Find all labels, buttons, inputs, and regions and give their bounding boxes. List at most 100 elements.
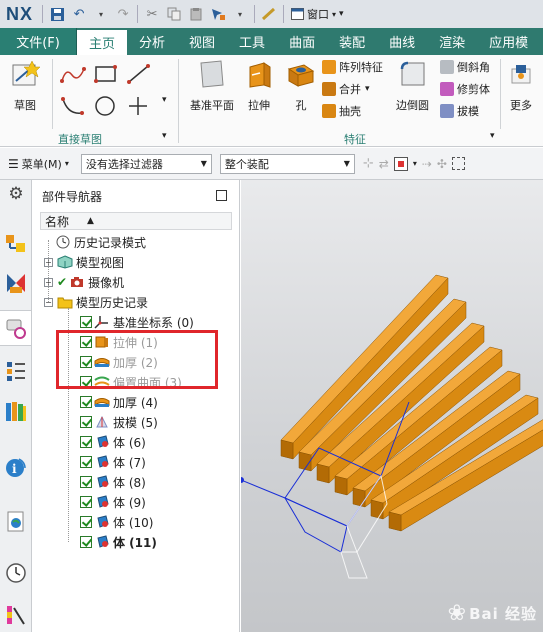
line-tool[interactable] bbox=[126, 63, 152, 85]
scope-dropdown[interactable]: 整个装配 ▼ bbox=[219, 153, 355, 174]
part-navigator-icon bbox=[6, 319, 26, 339]
tab-applications[interactable]: 应用模 bbox=[477, 28, 528, 55]
box-select-icon[interactable] bbox=[451, 157, 465, 170]
circle-tool[interactable] bbox=[93, 95, 119, 117]
body-icon bbox=[97, 495, 109, 508]
tree-item-body-9[interactable]: 体 (9) bbox=[80, 492, 146, 512]
trim-body-button[interactable]: 修剪体 bbox=[440, 81, 490, 97]
menu-icon: ☰ bbox=[8, 156, 19, 171]
tree-item-body-8[interactable]: 体 (8) bbox=[80, 472, 146, 492]
paste-icon[interactable] bbox=[185, 3, 207, 25]
tree-item-thicken-4[interactable]: 加厚 (4) bbox=[80, 392, 158, 412]
draft-button[interactable]: 拔模 bbox=[440, 103, 479, 119]
tree-item-body-10[interactable]: 体 (10) bbox=[80, 512, 153, 532]
resource-bar: ⚙ i bbox=[0, 180, 32, 632]
tab-home[interactable]: 主页 bbox=[77, 30, 128, 55]
point-icon bbox=[129, 97, 147, 115]
tree-item-cameras[interactable]: + ✔ 摄像机 bbox=[44, 272, 124, 292]
visibility-checkbox[interactable] bbox=[80, 516, 92, 528]
unite-button[interactable]: 合并 ▾ bbox=[322, 81, 370, 97]
snap-node-icon[interactable]: ✣ bbox=[437, 157, 447, 171]
visibility-checkbox[interactable] bbox=[80, 396, 92, 408]
profile-tool[interactable] bbox=[60, 63, 86, 85]
extrude-button[interactable]: 拉伸 bbox=[244, 59, 274, 113]
tree-item-body-7[interactable]: 体 (7) bbox=[80, 452, 146, 472]
window-menu[interactable]: 窗口 ▾ ▾ bbox=[291, 6, 344, 22]
save-icon[interactable] bbox=[46, 3, 68, 25]
tree-item-history-mode[interactable]: 历史记录模式 bbox=[55, 232, 146, 252]
direct-sketch-more-icon[interactable]: ▾ bbox=[162, 95, 167, 105]
snap-point-icon[interactable]: ⊹ bbox=[363, 156, 374, 171]
tab-analysis[interactable]: 分析 bbox=[127, 28, 177, 55]
chamfer-button[interactable]: 倒斜角 bbox=[440, 59, 490, 75]
assembly-navigator-icon[interactable] bbox=[5, 232, 27, 254]
tree-item-model-views[interactable]: + 模型视图 bbox=[44, 252, 124, 272]
name-column-header[interactable]: 名称 ▲ bbox=[40, 212, 232, 230]
tree-item-body-6[interactable]: 体 (6) bbox=[80, 432, 146, 452]
separator bbox=[500, 59, 501, 129]
history-clock-icon[interactable] bbox=[5, 562, 27, 584]
tab-assembly[interactable]: 装配 bbox=[327, 28, 377, 55]
select-filter-icon[interactable] bbox=[393, 156, 408, 171]
palette-icon[interactable] bbox=[5, 604, 27, 626]
visibility-checkbox[interactable] bbox=[80, 496, 92, 508]
menu-button[interactable]: ☰ 菜单(M) ▾ bbox=[8, 156, 69, 172]
undo-icon[interactable]: ↶ bbox=[68, 3, 90, 25]
navigator-title: 部件导航器 bbox=[42, 190, 103, 204]
maximize-icon[interactable] bbox=[216, 190, 227, 201]
tree-item-label: 基准坐标系 (0) bbox=[113, 315, 194, 330]
part-navigator-tab[interactable] bbox=[0, 310, 31, 346]
info-icon[interactable]: i bbox=[5, 456, 27, 478]
tab-surface[interactable]: 曲面 bbox=[277, 28, 327, 55]
tab-render[interactable]: 渲染 bbox=[427, 28, 477, 55]
tree-item-label: 体 (6) bbox=[113, 435, 146, 450]
datum-plane-button[interactable]: 基准平面 bbox=[190, 59, 234, 113]
redo-icon[interactable]: ↷ bbox=[112, 3, 134, 25]
more-button[interactable]: 更多 bbox=[506, 59, 536, 113]
visibility-checkbox[interactable] bbox=[80, 476, 92, 488]
visibility-checkbox[interactable] bbox=[80, 416, 92, 428]
constraint-navigator-icon[interactable] bbox=[5, 272, 27, 294]
visibility-checkbox[interactable] bbox=[80, 536, 92, 548]
sketch-button[interactable]: 草图 bbox=[10, 59, 40, 113]
dropdown-arrow-icon[interactable]: ▾ bbox=[90, 3, 112, 25]
dropdown-arrow-icon[interactable]: ▾ bbox=[413, 159, 417, 168]
web-browser-icon[interactable] bbox=[5, 510, 27, 532]
visibility-checkbox[interactable] bbox=[80, 456, 92, 468]
edge-blend-button[interactable]: 边倒圆 bbox=[396, 59, 429, 113]
cut-icon[interactable]: ✂ bbox=[141, 3, 163, 25]
line-icon bbox=[127, 64, 150, 84]
arc-tool[interactable] bbox=[60, 95, 86, 117]
unite-label: 合并 bbox=[339, 83, 361, 96]
type-filter-dropdown[interactable]: 没有选择过滤器 ▼ bbox=[80, 153, 212, 174]
tab-file[interactable]: 文件(F) bbox=[0, 28, 77, 55]
tree-item-body-11[interactable]: 体 (11) bbox=[80, 532, 157, 552]
group-expand-icon[interactable]: ▾ bbox=[162, 131, 167, 141]
body-icon bbox=[97, 475, 109, 488]
graphics-viewport[interactable]: ❀ Bai 经验 bbox=[241, 180, 543, 632]
shell-button[interactable]: 抽壳 bbox=[322, 103, 361, 119]
dropdown-arrow-icon[interactable]: ▾ bbox=[229, 3, 251, 25]
tab-curve[interactable]: 曲线 bbox=[377, 28, 427, 55]
visibility-checkbox[interactable] bbox=[80, 436, 92, 448]
hole-button[interactable]: 孔 bbox=[286, 59, 316, 113]
snap-curve-icon[interactable]: ⇢ bbox=[422, 157, 432, 171]
selection-icon[interactable] bbox=[207, 3, 229, 25]
tree-item-datum-csys[interactable]: 基准坐标系 (0) bbox=[80, 312, 194, 332]
visibility-checkbox[interactable] bbox=[80, 316, 92, 328]
snap-arrow-icon[interactable]: ⇄ bbox=[379, 157, 389, 171]
tree-item-model-history[interactable]: − 模型历史记录 bbox=[44, 292, 148, 312]
rectangle-icon bbox=[94, 65, 117, 83]
tab-view[interactable]: 视图 bbox=[177, 28, 227, 55]
tree-item-draft-5[interactable]: 拔模 (5) bbox=[80, 412, 158, 432]
tab-tools[interactable]: 工具 bbox=[227, 28, 277, 55]
settings-gear-icon[interactable]: ⚙ bbox=[5, 184, 27, 206]
rectangle-tool[interactable] bbox=[93, 63, 119, 85]
group-expand-icon[interactable]: ▾ bbox=[490, 131, 495, 141]
pattern-feature-button[interactable]: 阵列特征 bbox=[322, 59, 383, 75]
point-tool[interactable] bbox=[126, 95, 152, 117]
reuse-library-icon[interactable] bbox=[5, 360, 27, 382]
hd3d-tools-icon[interactable] bbox=[5, 400, 27, 422]
pen-icon[interactable] bbox=[258, 3, 280, 25]
copy-icon[interactable] bbox=[163, 3, 185, 25]
